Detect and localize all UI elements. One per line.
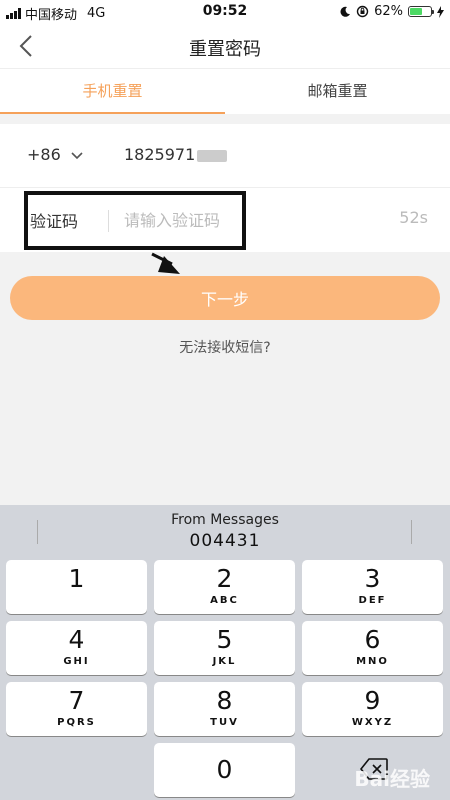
key-0[interactable]: 0	[154, 743, 295, 797]
key-6[interactable]: 6 MNO	[302, 621, 443, 675]
key-3[interactable]: 3 DEF	[302, 560, 443, 614]
key-letters: DEF	[358, 595, 387, 606]
key-digit: 6	[364, 625, 381, 654]
key-digit: 3	[364, 564, 381, 593]
key-blank	[6, 743, 147, 797]
key-digit: 0	[216, 755, 233, 784]
key-digit: 1	[68, 564, 85, 593]
key-letters: TUV	[210, 717, 239, 728]
resend-countdown: 52s	[399, 208, 428, 227]
nav-bar: 重置密码	[0, 24, 450, 68]
key-9[interactable]: 9 WXYZ	[302, 682, 443, 736]
key-digit: 8	[216, 686, 233, 715]
key-digit: 2	[216, 564, 233, 593]
key-7[interactable]: 7 PQRS	[6, 682, 147, 736]
key-digit: 9	[364, 686, 381, 715]
key-1[interactable]: 1	[6, 560, 147, 614]
key-digit: 5	[216, 625, 233, 654]
rotation-lock-icon	[356, 5, 369, 18]
page-title: 重置密码	[189, 39, 261, 60]
country-code-value: +86	[27, 145, 61, 164]
key-2[interactable]: 2 ABC	[154, 560, 295, 614]
key-letters: PQRS	[57, 717, 96, 728]
tab-phone-reset[interactable]: 手机重置	[0, 69, 225, 114]
phone-number-field[interactable]: 1825971	[124, 145, 228, 164]
key-letters: WXYZ	[351, 717, 394, 728]
keypad-grid: 1 2 ABC 3 DEF 4 GHI 5 JKL 6 MNO 7 PQRS 8 TUV 9 W…	[6, 560, 444, 797]
key-digit: 7	[68, 686, 85, 715]
next-step-button[interactable]: 下一步	[10, 276, 440, 320]
key-5[interactable]: 5 JKL	[154, 621, 295, 675]
suggestion-code: 004431	[189, 531, 261, 551]
suggestion-source: From Messages	[171, 512, 279, 528]
phone-number-value: 1825971	[124, 145, 196, 164]
key-digit: 4	[68, 625, 85, 654]
reset-method-tabs: 手机重置 邮箱重置	[0, 68, 450, 114]
otp-suggestion[interactable]: From Messages 004431	[0, 505, 450, 555]
battery-fill	[410, 8, 423, 15]
watermark-logo: Bai经验	[354, 767, 430, 791]
key-letters: GHI	[63, 656, 90, 667]
chevron-down-icon	[71, 151, 83, 159]
key-letters: JKL	[212, 656, 237, 667]
phone-row: +86 1825971	[0, 124, 450, 188]
moon-icon	[340, 6, 351, 17]
charging-icon	[437, 5, 444, 18]
status-bar: 中国移动 4G 09:52 62%	[0, 0, 450, 24]
key-8[interactable]: 8 TUV	[154, 682, 295, 736]
key-letters: ABC	[210, 595, 239, 606]
numeric-keyboard: From Messages 004431 1 2 ABC 3 DEF 4 GHI 5 J…	[0, 505, 450, 800]
phone-number-mask	[197, 149, 228, 162]
battery-percent: 62%	[374, 4, 403, 19]
country-code-selector[interactable]: +86	[27, 145, 83, 164]
key-4[interactable]: 4 GHI	[6, 621, 147, 675]
tab-email-reset[interactable]: 邮箱重置	[225, 69, 450, 114]
battery-icon	[408, 6, 434, 17]
key-letters: MNO	[356, 656, 389, 667]
cannot-receive-sms-link[interactable]: 无法接收短信?	[0, 337, 450, 357]
status-right: 62%	[339, 4, 444, 19]
annotation-highlight-box	[24, 191, 246, 250]
